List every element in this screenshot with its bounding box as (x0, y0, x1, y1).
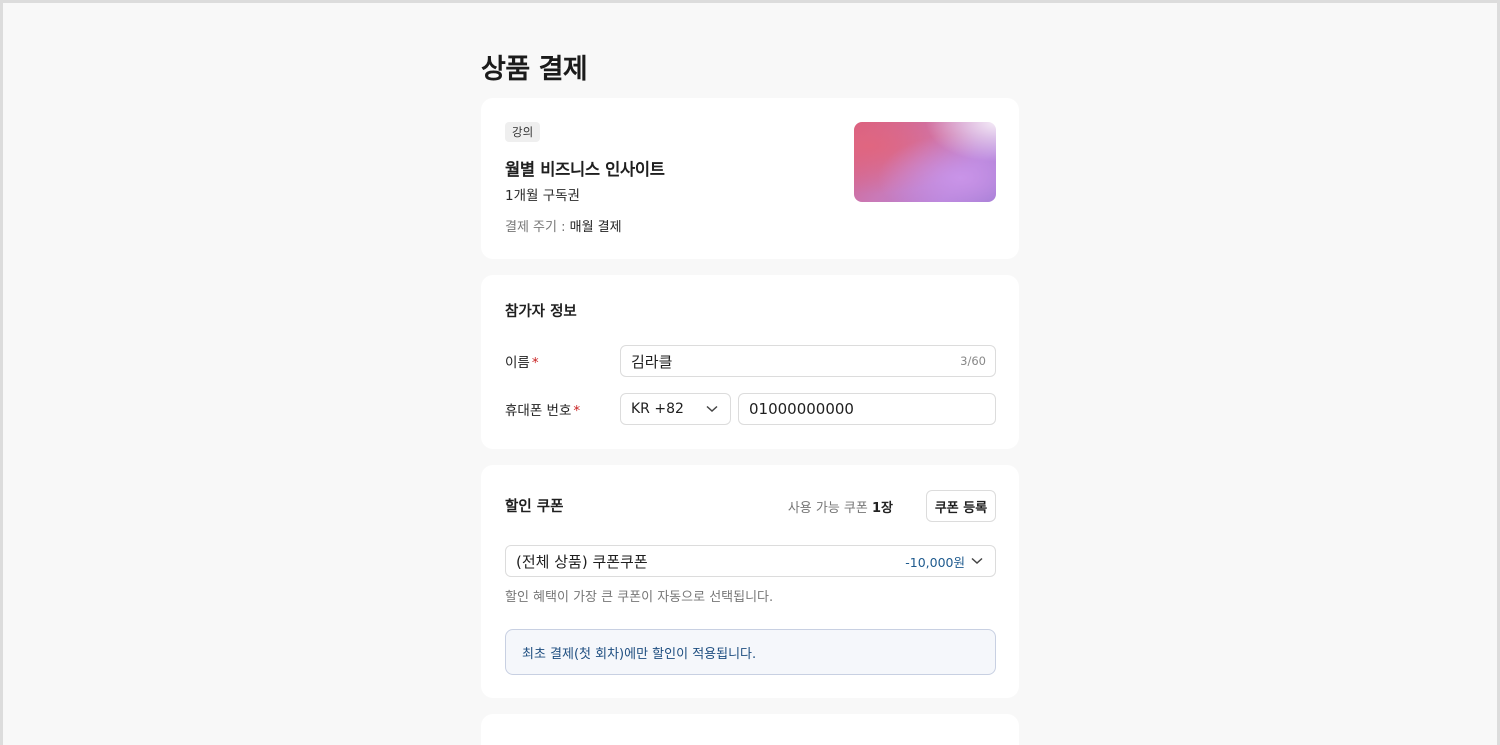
billing-cycle: 결제 주기 : 매월 결제 (505, 216, 622, 235)
phone-label-text: 휴대폰 번호 (505, 403, 572, 419)
coupon-hint: 할인 혜택이 가장 큰 쿠폰이 자동으로 선택됩니다. (505, 590, 774, 605)
chevron-down-icon (971, 546, 983, 576)
coupon-select[interactable]: (전체 상품) 쿠폰쿠폰 -10,000원 (505, 545, 996, 577)
participant-card: 참가자 정보 이름 * 김라클 3/60 휴대폰 번호 * KR +82 01000… (481, 275, 1019, 449)
phone-input-value: 01000000000 (749, 400, 854, 418)
country-code-select[interactable]: KR +82 (620, 393, 731, 425)
next-section-card (481, 714, 1019, 745)
required-mark: * (531, 355, 539, 371)
register-coupon-button[interactable]: 쿠폰 등록 (926, 490, 996, 522)
selected-coupon: (전체 상품) 쿠폰쿠폰 (516, 552, 648, 571)
available-coupons-label: 사용 가능 쿠폰 (787, 501, 868, 516)
required-mark: * (573, 403, 581, 419)
name-char-counter: 3/60 (960, 354, 986, 368)
product-card: 강의 월별 비즈니스 인사이트 1개월 구독권 결제 주기 : 매월 결제 (481, 98, 1019, 259)
product-thumbnail (854, 122, 996, 202)
phone-input[interactable]: 01000000000 (738, 393, 996, 425)
participant-section-title: 참가자 정보 (505, 304, 577, 320)
page-frame: 상품 결제 강의 월별 비즈니스 인사이트 1개월 구독권 결제 주기 : 매월… (3, 3, 1497, 745)
country-code-value: KR +82 (631, 401, 684, 417)
name-input[interactable]: 김라클 3/60 (620, 345, 996, 377)
name-label-text: 이름 (505, 355, 530, 371)
coupon-discount: -10,000원 (905, 554, 965, 570)
product-name: 월별 비즈니스 인사이트 (505, 160, 665, 179)
billing-cycle-value: 매월 결제 (569, 220, 622, 235)
chevron-down-icon (706, 394, 718, 424)
available-coupons-count: 1장 (871, 501, 893, 516)
coupon-card: 할인 쿠폰 사용 가능 쿠폰 1장 쿠폰 등록 (전체 상품) 쿠폰쿠폰 -10… (481, 465, 1019, 698)
available-coupons: 사용 가능 쿠폰 1장 (788, 497, 893, 516)
billing-cycle-label: 결제 주기 : (505, 220, 570, 235)
category-badge: 강의 (505, 122, 541, 142)
page-title: 상품 결제 (481, 54, 588, 85)
name-input-value: 김라클 (631, 352, 673, 371)
name-label: 이름 * (505, 351, 539, 371)
phone-label: 휴대폰 번호 * (505, 399, 580, 419)
coupon-notice: 최초 결제(첫 회차)에만 할인이 적용됩니다. (505, 629, 996, 675)
product-subtitle: 1개월 구독권 (505, 188, 580, 204)
coupon-section-title: 할인 쿠폰 (505, 499, 564, 515)
